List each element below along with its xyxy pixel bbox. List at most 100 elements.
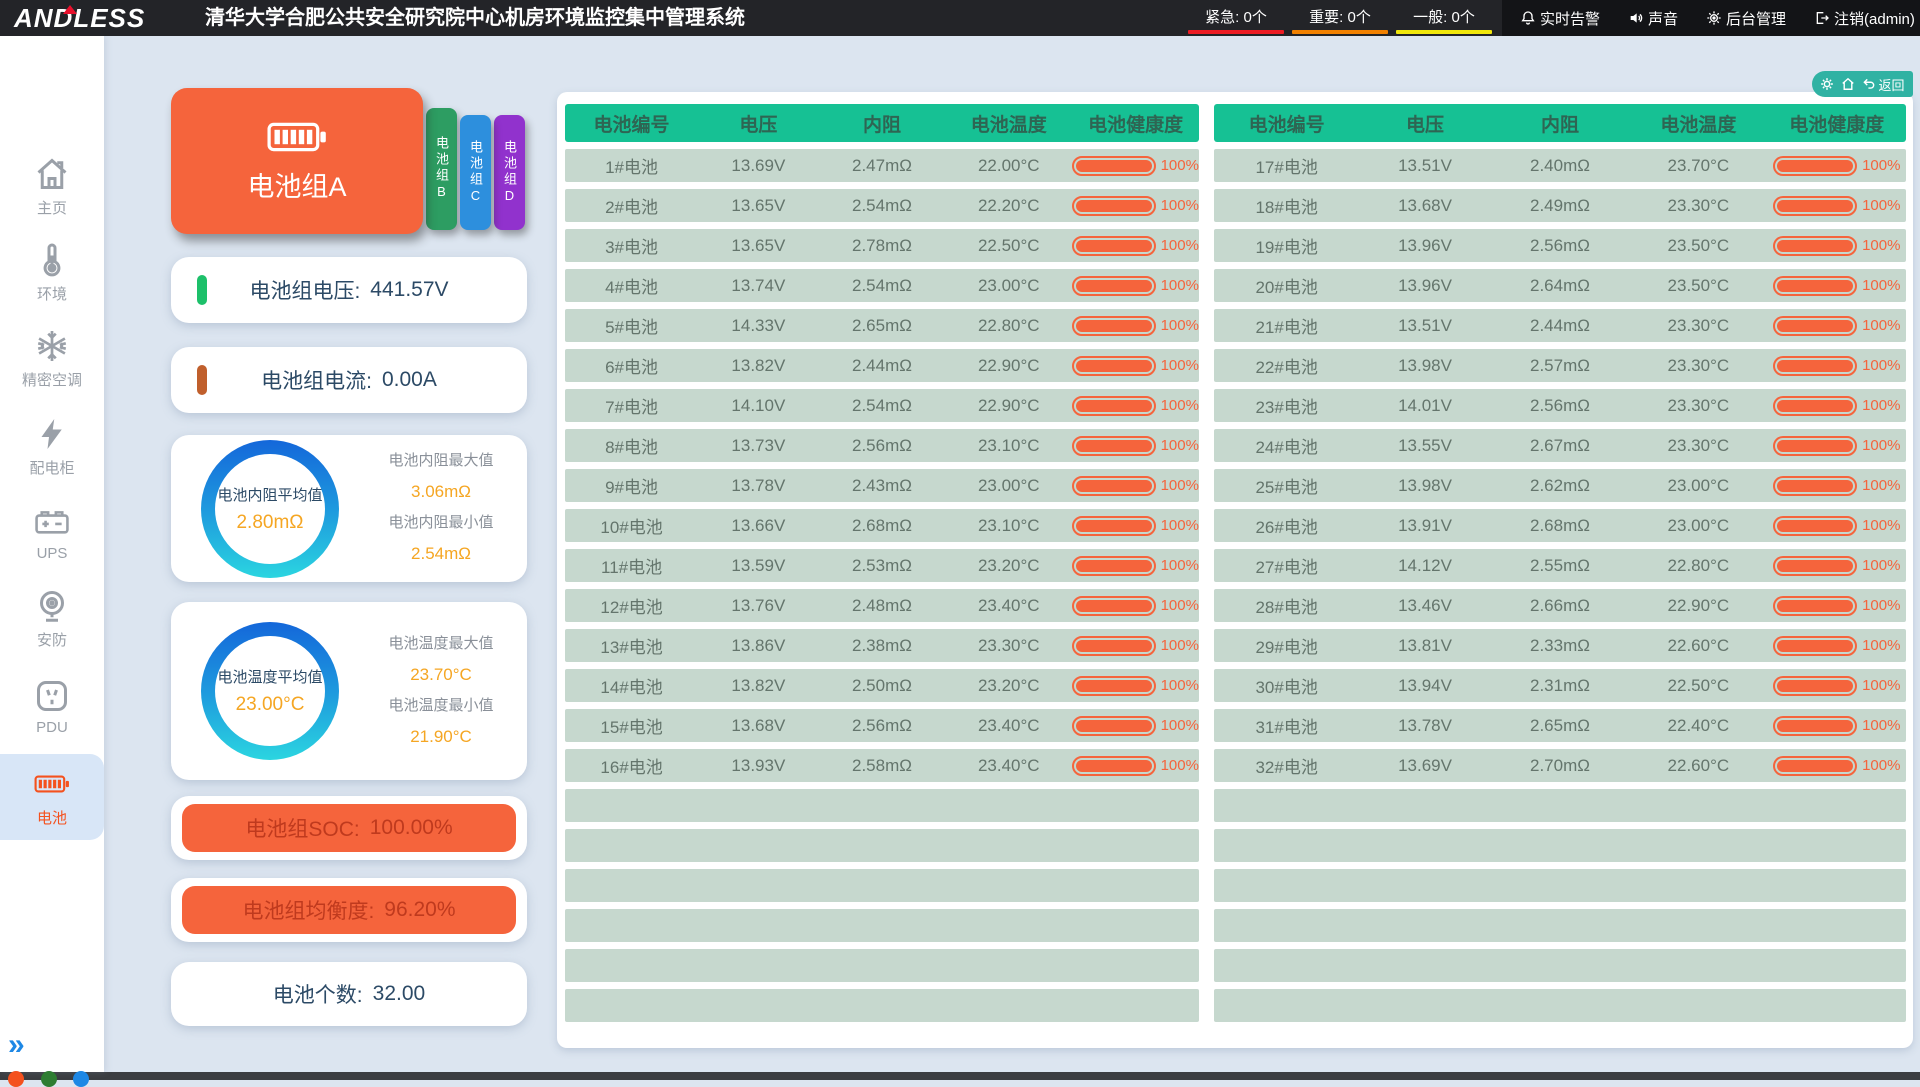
sidebar-item-ups[interactable]: UPS	[0, 494, 104, 572]
empty-table-row	[565, 909, 1199, 942]
battery-id: 24#电池	[1214, 433, 1359, 458]
health-percent: 100%	[1862, 437, 1900, 454]
realtime-alarm-button[interactable]: 实时告警	[1520, 8, 1600, 29]
temperature-avg-value: 23.00°C	[236, 694, 305, 716]
health-bar	[1773, 756, 1857, 776]
battery-voltage: 13.78V	[1359, 716, 1490, 736]
battery-resistance: 2.47mΩ	[819, 156, 946, 176]
battery-health-cell: 100%	[1072, 516, 1199, 536]
battery-health-cell: 100%	[1768, 596, 1906, 616]
health-percent: 100%	[1161, 237, 1199, 254]
lightning-icon	[34, 416, 70, 452]
brand-logo: ANDLESS	[14, 0, 145, 36]
battery-resistance: 2.44mΩ	[1491, 316, 1629, 336]
health-bar	[1773, 316, 1857, 336]
sidebar-item-security[interactable]: 安防	[0, 580, 104, 658]
battery-health-cell: 100%	[1072, 676, 1199, 696]
settings-icon[interactable]	[1820, 77, 1834, 91]
battery-group-c-tab[interactable]: 电池组C	[460, 115, 491, 230]
sidebar-item-battery[interactable]: 电池	[0, 754, 104, 840]
system-title: 清华大学合肥公共安全研究院中心机房环境监控集中管理系统	[205, 0, 745, 36]
battery-health-cell: 100%	[1072, 436, 1199, 456]
sidebar-item-precision-ac[interactable]: 精密空调	[0, 320, 104, 398]
battery-health-cell: 100%	[1768, 636, 1906, 656]
health-percent: 100%	[1862, 157, 1900, 174]
battery-id: 19#电池	[1214, 233, 1359, 258]
resistance-max-label: 电池内阻最大值	[363, 445, 519, 476]
sidebar: 主页 环境 精密空调 配电柜 UPS 安防 PDU	[0, 36, 104, 1072]
battery-temperature: 23.00°C	[1629, 516, 1767, 536]
battery-group-d-tab[interactable]: 电池组D	[494, 115, 525, 230]
back-button[interactable]: 返回	[1862, 75, 1904, 94]
battery-count-card: 电池个数: 32.00	[171, 962, 527, 1026]
battery-resistance: 2.68mΩ	[819, 516, 946, 536]
resistance-max-value: 3.06mΩ	[363, 476, 519, 507]
health-percent: 100%	[1862, 557, 1900, 574]
voltage-indicator-bar	[197, 275, 207, 305]
status-dot-red[interactable]	[8, 1071, 24, 1087]
table-row: 18#电池 13.68V 2.49mΩ 23.30°C 100%	[1214, 189, 1906, 222]
battery-resistance: 2.62mΩ	[1491, 476, 1629, 496]
temperature-min-value: 21.90°C	[363, 721, 519, 752]
battery-voltage: 13.96V	[1359, 276, 1490, 296]
battery-resistance: 2.48mΩ	[819, 596, 946, 616]
status-dot-green[interactable]	[41, 1071, 57, 1087]
health-percent: 100%	[1161, 717, 1199, 734]
alarm-counter-important[interactable]: 重要: 0个	[1292, 6, 1388, 34]
sound-button[interactable]: 声音	[1628, 8, 1678, 29]
table-row: 12#电池 13.76V 2.48mΩ 23.40°C 100%	[565, 589, 1199, 622]
sidebar-item-home[interactable]: 主页	[0, 148, 104, 226]
table-row: 3#电池 13.65V 2.78mΩ 22.50°C 100%	[565, 229, 1199, 262]
table-row: 19#电池 13.96V 2.56mΩ 23.50°C 100%	[1214, 229, 1906, 262]
health-bar	[1773, 716, 1857, 736]
soc-label: 电池组SOC:	[245, 813, 359, 843]
logout-button[interactable]: 注销(admin)	[1814, 8, 1915, 29]
table-row: 25#电池 13.98V 2.62mΩ 23.00°C 100%	[1214, 469, 1906, 502]
temperature-gauge-ring: 电池温度平均值 23.00°C	[201, 622, 339, 760]
empty-table-row	[1214, 829, 1906, 862]
battery-resistance: 2.78mΩ	[819, 236, 946, 256]
sidebar-item-pdu[interactable]: PDU	[0, 668, 104, 746]
table-header: 电池编号 电压 内阻 电池温度 电池健康度	[565, 104, 1199, 142]
battery-id: 25#电池	[1214, 473, 1359, 498]
health-bar	[1072, 316, 1155, 336]
soc-value: 100.00%	[370, 816, 453, 840]
status-dot-blue[interactable]	[73, 1071, 89, 1087]
battery-id: 27#电池	[1214, 553, 1359, 578]
alarm-counter-urgent[interactable]: 紧急: 0个	[1188, 6, 1284, 34]
battery-table-right: 电池编号 电压 内阻 电池温度 电池健康度 17#电池 13.51V 2.40m…	[1214, 104, 1906, 1022]
battery-voltage: 14.33V	[698, 316, 818, 336]
health-percent: 100%	[1161, 757, 1199, 774]
battery-resistance: 2.50mΩ	[819, 676, 946, 696]
alarm-urgent-bar	[1188, 30, 1284, 34]
empty-table-row	[565, 869, 1199, 902]
battery-id: 26#电池	[1214, 513, 1359, 538]
battery-health-cell: 100%	[1072, 556, 1199, 576]
home-icon[interactable]	[1841, 77, 1855, 91]
sidebar-item-power-distribution[interactable]: 配电柜	[0, 408, 104, 486]
battery-tables-card: 电池编号 电压 内阻 电池温度 电池健康度 1#电池 13.69V 2.47mΩ…	[557, 92, 1913, 1048]
battery-id: 3#电池	[565, 233, 698, 258]
expand-icon[interactable]: »	[8, 1030, 25, 1060]
alarm-counter-general[interactable]: 一般: 0个	[1396, 6, 1492, 34]
battery-group-b-tab[interactable]: 电池组B	[426, 108, 457, 230]
health-bar	[1072, 436, 1155, 456]
battery-health-cell: 100%	[1072, 316, 1199, 336]
return-arrow-icon	[1862, 77, 1876, 91]
health-bar	[1072, 276, 1155, 296]
battery-id: 7#电池	[565, 393, 698, 418]
table-row: 23#电池 14.01V 2.56mΩ 23.30°C 100%	[1214, 389, 1906, 422]
battery-voltage: 13.69V	[1359, 756, 1490, 776]
group-voltage-value: 441.57V	[370, 278, 448, 302]
speaker-icon	[1628, 10, 1644, 26]
battery-voltage: 13.96V	[1359, 236, 1490, 256]
battery-voltage: 14.12V	[1359, 556, 1490, 576]
balance-card: 电池组均衡度: 96.20%	[171, 878, 527, 942]
battery-group-a-tab[interactable]: 电池组A	[171, 88, 423, 234]
alarm-important-count: 0个	[1348, 9, 1371, 26]
empty-table-row	[1214, 789, 1906, 822]
logout-icon	[1814, 10, 1830, 26]
health-percent: 100%	[1862, 757, 1900, 774]
admin-backend-button[interactable]: 后台管理	[1706, 8, 1786, 29]
sidebar-item-environment[interactable]: 环境	[0, 234, 104, 312]
